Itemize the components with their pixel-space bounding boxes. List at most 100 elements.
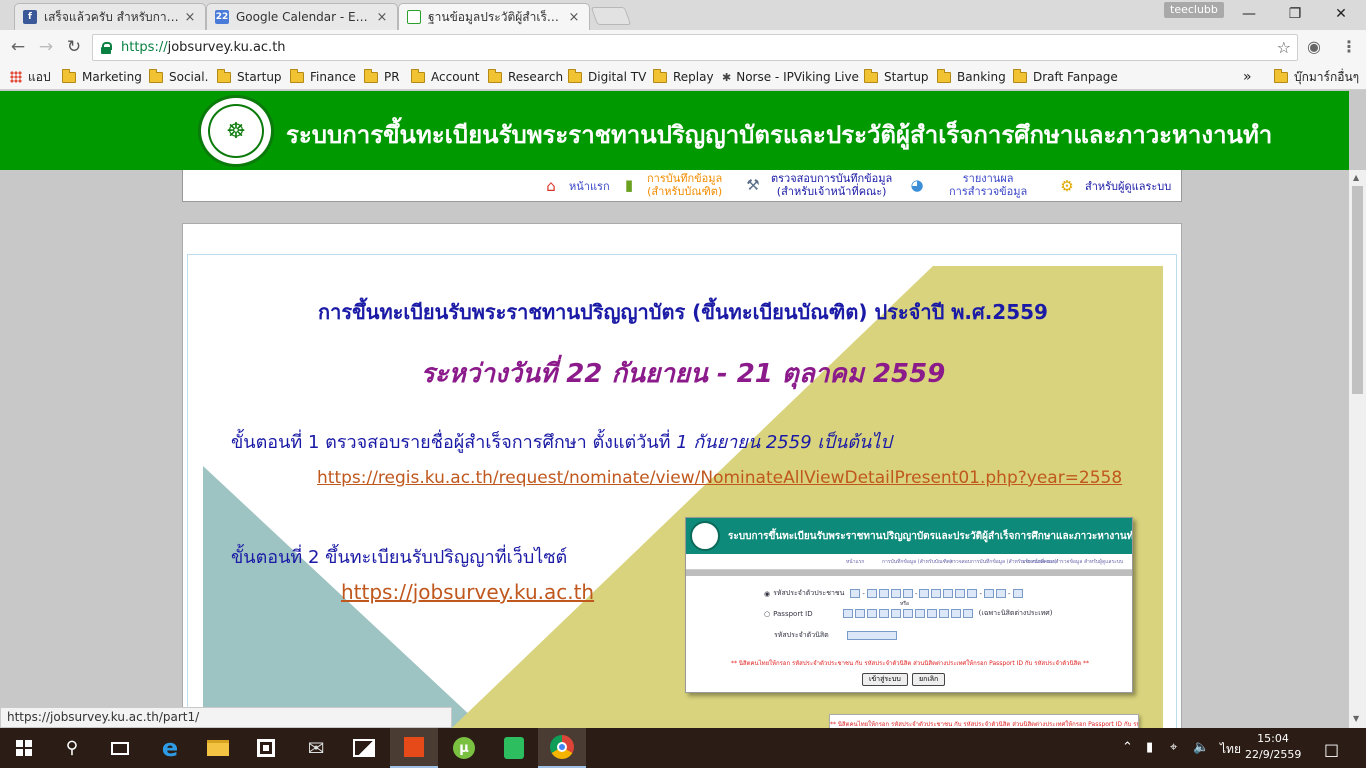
menu-check[interactable]: ⚒ ตรวจสอบการบันทึกข้อมูล (สำหรับเจ้าหน้าท…: [743, 172, 892, 198]
task-view-icon[interactable]: [96, 728, 144, 768]
second-screenshot-preview: ** นิสิตคนไทยให้กรอก รหัสประจำตัวประชาชน…: [829, 714, 1139, 728]
mini-passport-row: ○ Passport ID (เฉพาะนิสิตต่างประเทศ): [764, 608, 1052, 619]
battery-icon[interactable]: ▮: [1146, 740, 1153, 755]
bookmark-folder[interactable]: PR: [364, 68, 400, 86]
address-bar[interactable]: https:// jobsurvey.ku.ac.th ☆: [92, 34, 1298, 61]
photos-icon[interactable]: [340, 728, 388, 768]
pie-chart-icon: ◕: [910, 175, 924, 194]
step-2-text: ขั้นตอนที่ 2 ขึ้นทะเบียนรับปริญญาที่เว็บ…: [231, 547, 568, 568]
file-explorer-icon[interactable]: [194, 728, 242, 768]
windows-taskbar: ⚲ e ✉ µ ⌃ ▮ ⌖ 🔈 ไทย 15:04 22/9/2559 □: [0, 728, 1366, 768]
step-1-date: 1 กันยายน 2559 เป็นต้นไป: [676, 432, 892, 453]
search-icon[interactable]: ⚲: [48, 728, 96, 768]
mini-login-button: เข้าสู่ระบบ: [862, 673, 908, 686]
folder-icon: [1013, 68, 1027, 83]
url-scheme: https://: [121, 40, 168, 55]
menu-report-line2: การสำรวจข้อมูล: [949, 185, 1028, 198]
chrome-icon[interactable]: [538, 728, 586, 768]
close-window-button[interactable]: ✕: [1318, 0, 1364, 28]
tools-icon: ⚒: [746, 175, 760, 194]
bookmark-label: แอป: [28, 69, 51, 84]
app-icon[interactable]: ✉: [292, 728, 340, 768]
wifi-icon[interactable]: ⌖: [1170, 740, 1177, 755]
nominate-list-link[interactable]: https://regis.ku.ac.th/request/nominate/…: [317, 468, 1122, 488]
bookmark-folder[interactable]: Finance: [290, 68, 356, 86]
menu-admin[interactable]: ⚙ สำหรับผู้ดูแลระบบ: [1057, 177, 1171, 195]
bookmark-label: Digital TV: [588, 70, 647, 84]
step-1-prefix: ขั้นตอนที่ 1 ตรวจสอบรายชื่อผู้สำเร็จการศ…: [231, 432, 677, 453]
mini-id-label: รหัสประจำตัวประชาชน: [773, 589, 845, 597]
other-bookmarks[interactable]: บุ๊กมาร์กอื่นๆ: [1274, 68, 1359, 86]
link-status-bar: https://jobsurvey.ku.ac.th/part1/: [0, 707, 452, 728]
menu-admin-label: สำหรับผู้ดูแลระบบ: [1085, 179, 1172, 193]
new-tab-button[interactable]: [590, 7, 632, 25]
bookmark-folder[interactable]: Marketing: [62, 68, 142, 86]
browser-tab[interactable]: 22 Google Calendar - Event ×: [206, 3, 398, 30]
utorrent-icon[interactable]: µ: [440, 728, 488, 768]
language-indicator[interactable]: ไทย: [1220, 740, 1241, 759]
close-icon[interactable]: ×: [375, 10, 389, 25]
menu-record[interactable]: ▮ การบันทึกข้อมูล (สำหรับบัณฑิต): [619, 172, 722, 198]
speaker-icon[interactable]: 🔈: [1193, 740, 1209, 755]
menu-home[interactable]: ⌂ หน้าแรก: [541, 177, 610, 195]
folder-icon: [411, 68, 425, 83]
browser-tab[interactable]: f เสร็จแล้วครับ สำหรับการลงทะ ×: [14, 3, 206, 30]
folder-icon: [653, 68, 667, 83]
norse-icon: ✱: [722, 70, 732, 84]
windows-start-icon[interactable]: [0, 728, 48, 768]
mini-login-form: ◉ รหัสประจำตัวประชาชน ---- หรือ ○ Passpo…: [686, 576, 1132, 692]
mini-seal-logo: [690, 521, 720, 551]
close-icon[interactable]: ×: [183, 10, 197, 25]
bookmark-label: Draft Fanpage: [1033, 70, 1118, 84]
edge-browser-icon[interactable]: e: [146, 728, 194, 768]
bookmark-label: Social.: [169, 70, 209, 84]
menu-record-label: การบันทึกข้อมูล (สำหรับบัณฑิต): [647, 172, 722, 198]
mini-student-label: รหัสประจำตัวนิสิต: [774, 631, 829, 639]
close-icon[interactable]: ×: [567, 10, 581, 25]
minimize-button[interactable]: —: [1226, 0, 1272, 28]
system-clock[interactable]: 15:04 22/9/2559: [1245, 731, 1301, 763]
bookmark-folder[interactable]: Research: [488, 68, 563, 86]
scroll-up-arrow-icon[interactable]: ▲: [1353, 173, 1359, 182]
bookmark-folder[interactable]: Replay: [653, 68, 714, 86]
reload-icon[interactable]: ↻: [62, 36, 86, 58]
camera-icon[interactable]: ◉: [1307, 37, 1321, 56]
browser-tab-active[interactable]: ฐานข้อมูลประวัติผู้สำเร็จการศึ ×: [398, 3, 590, 30]
star-icon[interactable]: ☆: [1277, 38, 1291, 57]
page-icon: [407, 10, 421, 24]
forward-arrow-icon[interactable]: →: [34, 36, 58, 58]
scrollbar-thumb[interactable]: [1352, 186, 1363, 394]
jobsurvey-link[interactable]: https://jobsurvey.ku.ac.th: [341, 580, 594, 604]
tab-title: Google Calendar - Event: [236, 10, 371, 24]
step-1-text: ขั้นตอนที่ 1 ตรวจสอบรายชื่อผู้สำเร็จการศ…: [231, 427, 892, 456]
back-arrow-icon[interactable]: ←: [6, 36, 30, 58]
evernote-icon[interactable]: [490, 728, 538, 768]
folder-icon: [1274, 68, 1288, 83]
menu-check-line1: ตรวจสอบการบันทึกข้อมูล: [771, 172, 893, 185]
page-scrollbar[interactable]: ▲ ▼: [1349, 170, 1366, 728]
bookmark-folder[interactable]: Startup: [864, 68, 929, 86]
bookmark-folder[interactable]: Social.: [149, 68, 208, 86]
mini-menu-item: หน้าแรก: [846, 559, 865, 565]
bookmark-site[interactable]: ✱ Norse - IPViking Live: [722, 68, 859, 86]
profile-name[interactable]: teeclubb: [1164, 2, 1224, 18]
menu-home-label: หน้าแรก: [569, 179, 610, 193]
bookmark-folder[interactable]: Account: [411, 68, 479, 86]
bookmark-apps[interactable]: แอป: [10, 68, 51, 86]
scroll-down-arrow-icon[interactable]: ▼: [1353, 714, 1359, 723]
restore-button[interactable]: ❐: [1272, 0, 1318, 28]
menu-report[interactable]: ◕ รายงานผล การสำรวจข้อมูล: [907, 172, 1027, 198]
bookmarks-overflow-chevron-icon[interactable]: »: [1243, 68, 1252, 86]
office-icon[interactable]: [390, 728, 438, 768]
store-icon[interactable]: [242, 728, 290, 768]
chevron-up-icon[interactable]: ⌃: [1122, 740, 1133, 755]
mini-menu-item: การบันทึกข้อมูล (สำหรับบัณฑิต): [882, 559, 952, 565]
menu-dots-icon[interactable]: ⋮: [1341, 37, 1357, 56]
folder-icon: [217, 68, 231, 83]
bookmark-folder[interactable]: Startup: [217, 68, 282, 86]
bookmark-folder[interactable]: Banking: [937, 68, 1006, 86]
bookmark-folder[interactable]: Digital TV: [568, 68, 646, 86]
bookmark-folder[interactable]: Draft Fanpage: [1013, 68, 1118, 86]
calendar-icon: 22: [215, 10, 229, 24]
notification-icon[interactable]: □: [1324, 740, 1339, 759]
